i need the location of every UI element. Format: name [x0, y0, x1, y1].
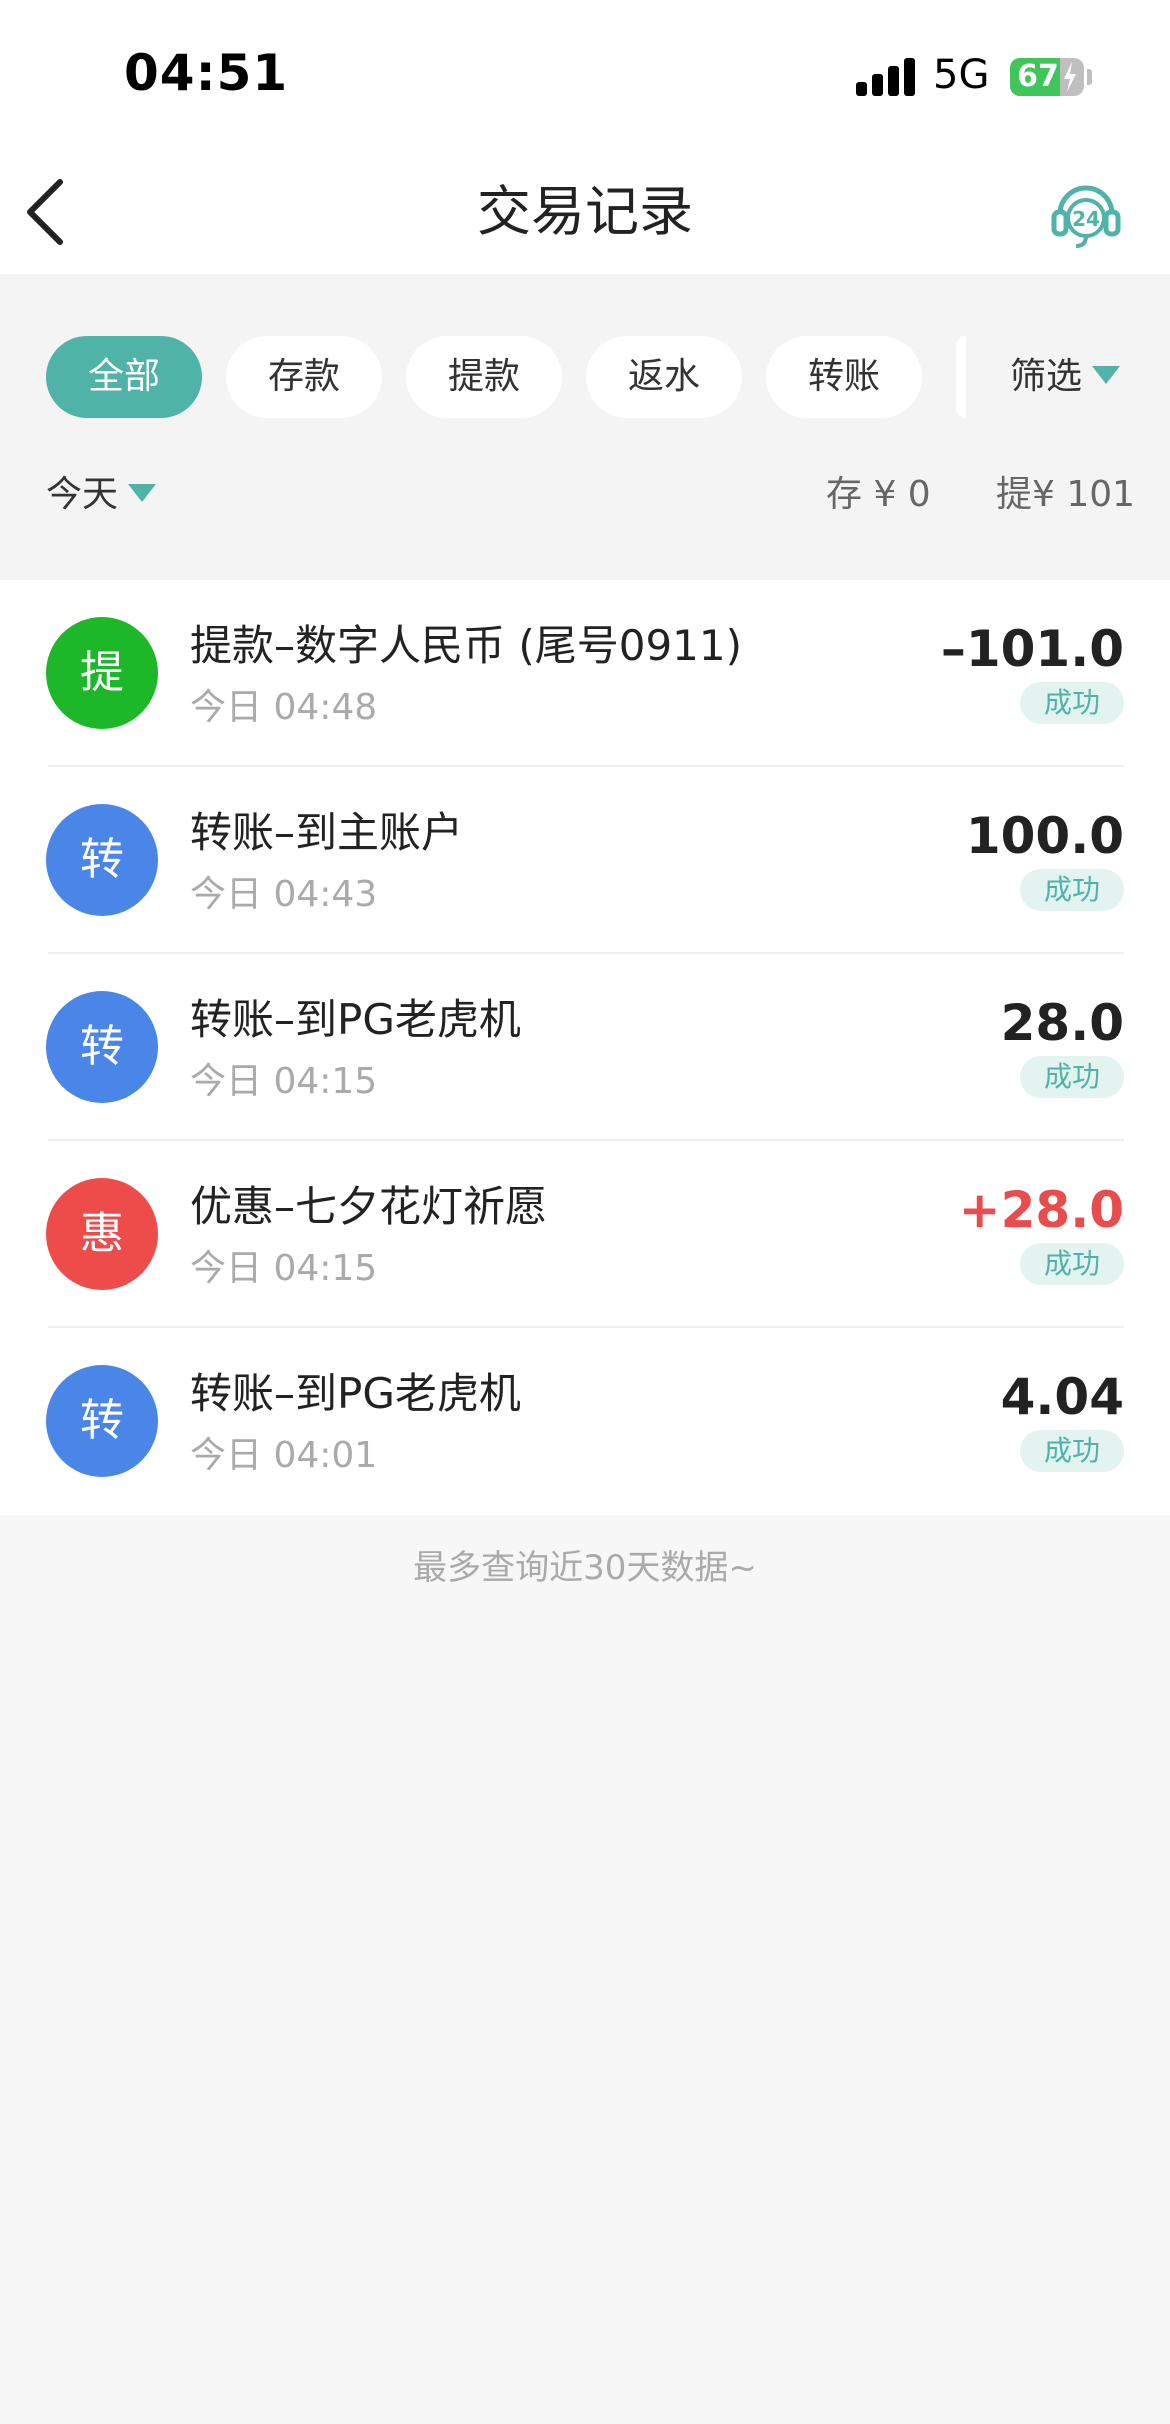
nav-bar: 交易记录 24: [0, 150, 1170, 274]
transaction-amount: –101.0: [940, 620, 1124, 678]
filter-area: 全部 存款 提款 返水 转账 筛选 今天 存 ¥ 0 提¥ 101: [0, 274, 1170, 580]
date-label: 今天: [46, 474, 119, 515]
transaction-amount: 28.0: [1000, 994, 1124, 1052]
transaction-amount: 4.04: [1000, 1368, 1124, 1426]
triangle-down-icon: [128, 484, 157, 502]
transaction-time: 今日 04:48: [190, 687, 378, 728]
battery-cap: [1087, 69, 1092, 85]
transaction-title: 转账–到PG老虎机: [190, 1369, 521, 1418]
transaction-avatar: 转: [46, 804, 158, 916]
transaction-avatar: 提: [46, 617, 158, 729]
status-badge: 成功: [1020, 869, 1124, 911]
transaction-avatar: 转: [46, 1365, 158, 1477]
transaction-row[interactable]: 惠 优惠–七夕花灯祈愿 今日 04:15 +28.0 成功: [0, 1141, 1170, 1328]
transaction-amount: +28.0: [958, 1181, 1124, 1239]
chip-overflow-edge: [956, 336, 966, 418]
filter-chips: 全部 存款 提款 返水 转账: [46, 336, 966, 418]
transaction-avatar: 惠: [46, 1178, 158, 1290]
chip-deposit[interactable]: 存款: [226, 336, 382, 418]
customer-service-button[interactable]: 24: [1050, 172, 1122, 252]
footer-note: 最多查询近30天数据~: [413, 1548, 757, 1588]
charging-bolt-icon: [1064, 62, 1076, 92]
transaction-time: 今日 04:15: [190, 1248, 378, 1289]
date-picker[interactable]: 今天: [46, 470, 157, 520]
chip-rebate[interactable]: 返水: [586, 336, 742, 418]
signal-icon: [856, 56, 916, 96]
filter-label: 筛选: [1010, 356, 1083, 397]
headset-24-icon: 24: [1051, 185, 1121, 248]
back-button[interactable]: [18, 172, 82, 252]
page-title: 交易记录: [477, 180, 693, 243]
chip-all[interactable]: 全部: [46, 336, 202, 418]
network-label: 5G: [933, 52, 990, 98]
status-badge: 成功: [1020, 1056, 1124, 1098]
chip-transfer[interactable]: 转账: [766, 336, 922, 418]
chip-withdraw[interactable]: 提款: [406, 336, 562, 418]
transaction-title: 提款–数字人民币 (尾号0911): [190, 621, 743, 670]
battery-level: 67: [1017, 59, 1059, 94]
status-time: 04:51: [124, 44, 289, 102]
filter-button[interactable]: 筛选: [1010, 336, 1121, 418]
withdraw-summary: 提¥ 101: [996, 474, 1136, 515]
transaction-row[interactable]: 转 转账–到PG老虎机 今日 04:15 28.0 成功: [0, 954, 1170, 1141]
deposit-summary: 存 ¥ 0: [826, 474, 931, 515]
transaction-title: 转账–到主账户: [190, 808, 464, 857]
transaction-time: 今日 04:01: [190, 1435, 378, 1476]
transaction-list: 提 提款–数字人民币 (尾号0911) 今日 04:48 –101.0 成功 转…: [0, 580, 1170, 1515]
transaction-row[interactable]: 转 转账–到主账户 今日 04:43 100.0 成功: [0, 767, 1170, 954]
transaction-row[interactable]: 提 提款–数字人民币 (尾号0911) 今日 04:48 –101.0 成功: [0, 580, 1170, 767]
status-badge: 成功: [1020, 1430, 1124, 1472]
status-bar: 04:51 5G 67: [0, 0, 1170, 150]
status-badge: 成功: [1020, 682, 1124, 724]
triangle-down-icon: [1092, 366, 1121, 384]
svg-text:24: 24: [1072, 207, 1100, 231]
chevron-left-icon: [27, 179, 63, 245]
transaction-avatar: 转: [46, 991, 158, 1103]
transaction-row[interactable]: 转 转账–到PG老虎机 今日 04:01 4.04 成功: [0, 1328, 1170, 1515]
transaction-title: 转账–到PG老虎机: [190, 995, 521, 1044]
transaction-amount: 100.0: [965, 807, 1124, 865]
transaction-time: 今日 04:43: [190, 874, 378, 915]
transaction-title: 优惠–七夕花灯祈愿: [190, 1182, 548, 1231]
battery-icon: 67: [1010, 58, 1084, 96]
status-badge: 成功: [1020, 1243, 1124, 1285]
transaction-time: 今日 04:15: [190, 1061, 378, 1102]
